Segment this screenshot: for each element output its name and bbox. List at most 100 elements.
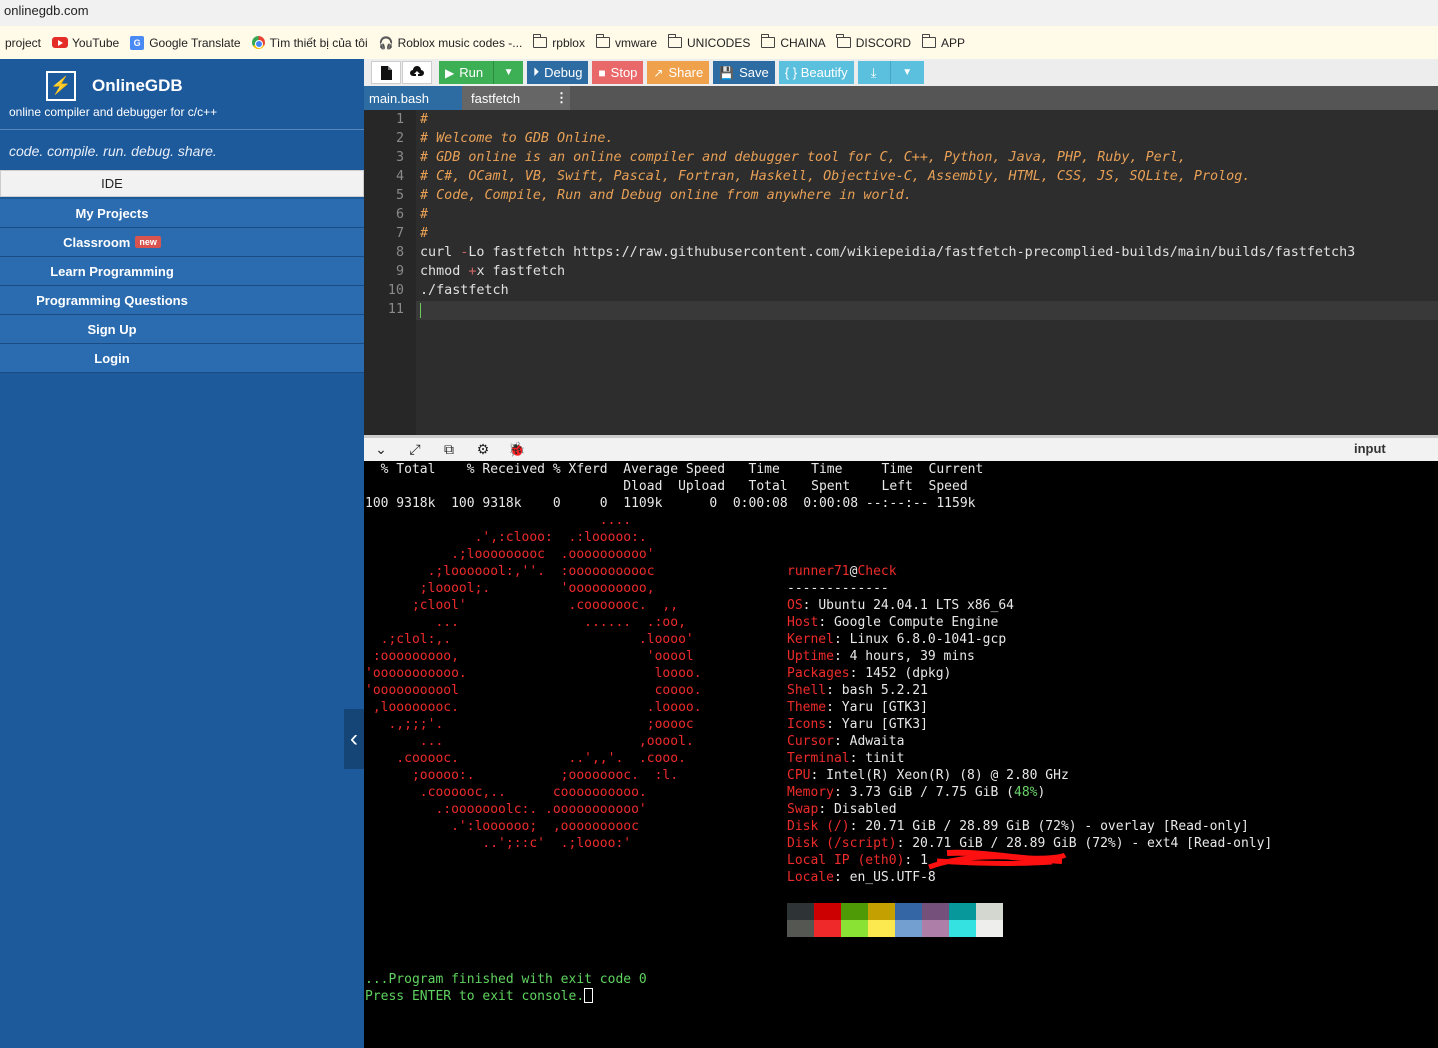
google-icon <box>251 36 265 49</box>
expand-output-button[interactable]: ⤢ <box>398 441 432 458</box>
google-translate-icon: G <box>130 35 145 50</box>
save-button[interactable]: 💾 Save <box>713 61 775 84</box>
sidebar-item-learn-programming[interactable]: Learn Programming <box>0 257 364 286</box>
tab-fastfetch[interactable]: fastfetch <box>462 86 548 110</box>
download-icon: ⤓ <box>870 64 877 80</box>
line-number: 6 <box>395 207 404 222</box>
bookmark-folder-rpblox[interactable]: rpblox <box>528 26 591 59</box>
sidebar-item-login[interactable]: Login <box>0 344 364 373</box>
info-line: OS: Ubuntu 24.04.1 LTS x86_64 <box>787 598 1014 613</box>
bookmark-folder-discord[interactable]: DISCORD <box>832 26 917 59</box>
run-button[interactable]: ▶ Run <box>439 61 494 84</box>
bookmark-google-translate[interactable]: G Google Translate <box>125 26 246 59</box>
prompt-text: Press ENTER to exit console. <box>365 989 585 1004</box>
tab-label: main.bash <box>369 90 429 106</box>
sidebar-item-sign-up[interactable]: Sign Up <box>0 315 364 344</box>
bookmark-label: rpblox <box>552 35 585 50</box>
info-value: Adwaita <box>849 734 905 749</box>
sidebar-item-programming-questions[interactable]: Programming Questions <box>0 286 364 315</box>
share-label: Share <box>668 65 704 80</box>
line-number: 1 <box>395 112 404 127</box>
download-button[interactable]: ⤓ <box>857 61 890 84</box>
collapse-sidebar-button[interactable]: ‹ <box>344 709 364 769</box>
line-number: 4 <box>395 169 404 184</box>
stop-label: Stop <box>610 65 638 80</box>
ascii-logo-line: .',:clooo: .:looooo:. <box>365 530 647 545</box>
bookmark-folder-vmware[interactable]: vmware <box>591 26 663 59</box>
info-value: bash 5.2.21 <box>841 683 928 698</box>
sidebar-item-classroom[interactable]: Classroom new <box>0 228 364 257</box>
bookmark-folder-app[interactable]: APP <box>917 26 971 59</box>
code-line: # GDB online is an online compiler and d… <box>420 150 1186 165</box>
settings-button[interactable]: ⚙ <box>466 441 500 458</box>
info-value: ) <box>1037 785 1046 800</box>
color-swatch <box>841 903 868 920</box>
code-line: # Code, Compile, Run and Debug online fr… <box>420 188 912 203</box>
ascii-logo-line: ... ,ooool. <box>365 734 694 749</box>
info-value: 1452 (dpkg) <box>865 666 952 681</box>
run-options-dropdown[interactable]: ▼ <box>493 61 524 84</box>
code-token: Lo fastfetch https: <box>468 245 622 260</box>
bookmark-project[interactable]: project <box>0 26 47 59</box>
folder-icon <box>836 34 851 48</box>
ascii-logo-line: ... ...... .:oo, <box>365 615 686 630</box>
bookmark-youtube[interactable]: YouTube <box>47 26 125 59</box>
bookmark-folder-unicodes[interactable]: UNICODES <box>663 26 756 59</box>
new-file-button[interactable] <box>371 61 401 84</box>
headphones-icon: 🎧 <box>378 35 394 50</box>
bookmark-folder-chaina[interactable]: CHAINA <box>756 26 831 59</box>
sidebar-item-my-projects[interactable]: My Projects <box>0 199 364 228</box>
tab-main-bash[interactable]: main.bash <box>364 86 462 110</box>
info-line: Terminal: tinit <box>787 751 905 766</box>
bookmark-label: YouTube <box>72 35 120 50</box>
info-key: Packages <box>787 666 850 681</box>
line-number: 8 <box>395 245 404 260</box>
terminal-output[interactable]: % Total % Received % Xferd Average Speed… <box>364 461 1438 1048</box>
editor-toolbar: ▶ Run ▼ ⏵ Debug ■ Stop ↗ Share 💾 Save { } Bea… <box>364 59 1438 86</box>
curl-header: % Total % Received % Xferd Average Speed… <box>365 462 984 477</box>
sidebar-item-label: Learn Programming <box>50 263 174 279</box>
floppy-disk-icon: 💾 <box>719 65 735 80</box>
share-icon: ↗ <box>653 65 664 80</box>
bookmark-label: UNICODES <box>687 35 751 50</box>
browser-url-bar[interactable]: onlinegdb.com <box>0 0 1438 26</box>
username: runner71 <box>787 564 850 579</box>
sidebar-item-label: My Projects <box>75 205 149 221</box>
program-finished-message: ...Program finished with exit code 0 <box>365 972 647 987</box>
info-line: Theme: Yaru [GTK3] <box>787 700 928 715</box>
code-line: curl -Lo fastfetch https://raw.githubuse… <box>420 245 1355 260</box>
info-key: Theme <box>787 700 827 715</box>
code-line: # Welcome to GDB Online. <box>420 131 614 146</box>
color-swatch <box>787 920 814 937</box>
ascii-logo-line: .;clol:,. .loooo' <box>365 632 694 647</box>
bookmark-find-device[interactable]: Tìm thiết bị của tôi <box>247 26 374 59</box>
file-icon <box>381 65 392 80</box>
share-button[interactable]: ↗ Share <box>647 61 710 84</box>
sidebar-menu: IDE My Projects Classroom new Learn Progr… <box>0 170 364 373</box>
collapse-output-button[interactable]: ⌄ <box>364 441 398 458</box>
info-line: Cursor: Adwaita <box>787 734 905 749</box>
input-tab[interactable]: input <box>1354 441 1386 456</box>
sidebar-item-ide[interactable]: IDE <box>0 170 364 197</box>
bug-report-button[interactable]: 🐞 <box>500 441 534 458</box>
save-label: Save <box>739 65 769 80</box>
beautify-button[interactable]: { } Beautify <box>778 61 854 84</box>
info-value: Google Compute Engine <box>833 615 999 630</box>
brand[interactable]: ⚡ OnlineGDB <box>46 71 183 101</box>
code-editor[interactable]: 1 2 3 4 5 6 7 8 9 10 11 # # Welcome to G… <box>364 110 1438 435</box>
line-number: 3 <box>395 150 404 165</box>
upload-button[interactable] <box>402 61 432 84</box>
info-line: Memory: 3.73 GiB / 7.75 GiB (48%) <box>787 785 1046 800</box>
info-value: 4 hours, 39 mins <box>849 649 975 664</box>
terminal-cursor <box>584 988 594 1003</box>
debug-button[interactable]: ⏵ Debug <box>527 61 589 84</box>
tab-more-menu[interactable]: ⋮ <box>548 86 570 110</box>
curl-stats: 100 9318k 100 9318k 0 0 1109k 0 0:00:08 … <box>365 496 976 511</box>
bookmark-roblox-music[interactable]: 🎧 Roblox music codes -... <box>374 26 529 59</box>
stop-button[interactable]: ■ Stop <box>592 61 644 84</box>
download-options-dropdown[interactable]: ▼ <box>889 61 924 84</box>
copy-output-button[interactable]: ⧉ <box>432 441 466 458</box>
slogan: code. compile. run. debug. share. <box>9 143 217 159</box>
info-line: Shell: bash 5.2.21 <box>787 683 928 698</box>
info-key: Host <box>787 615 819 630</box>
